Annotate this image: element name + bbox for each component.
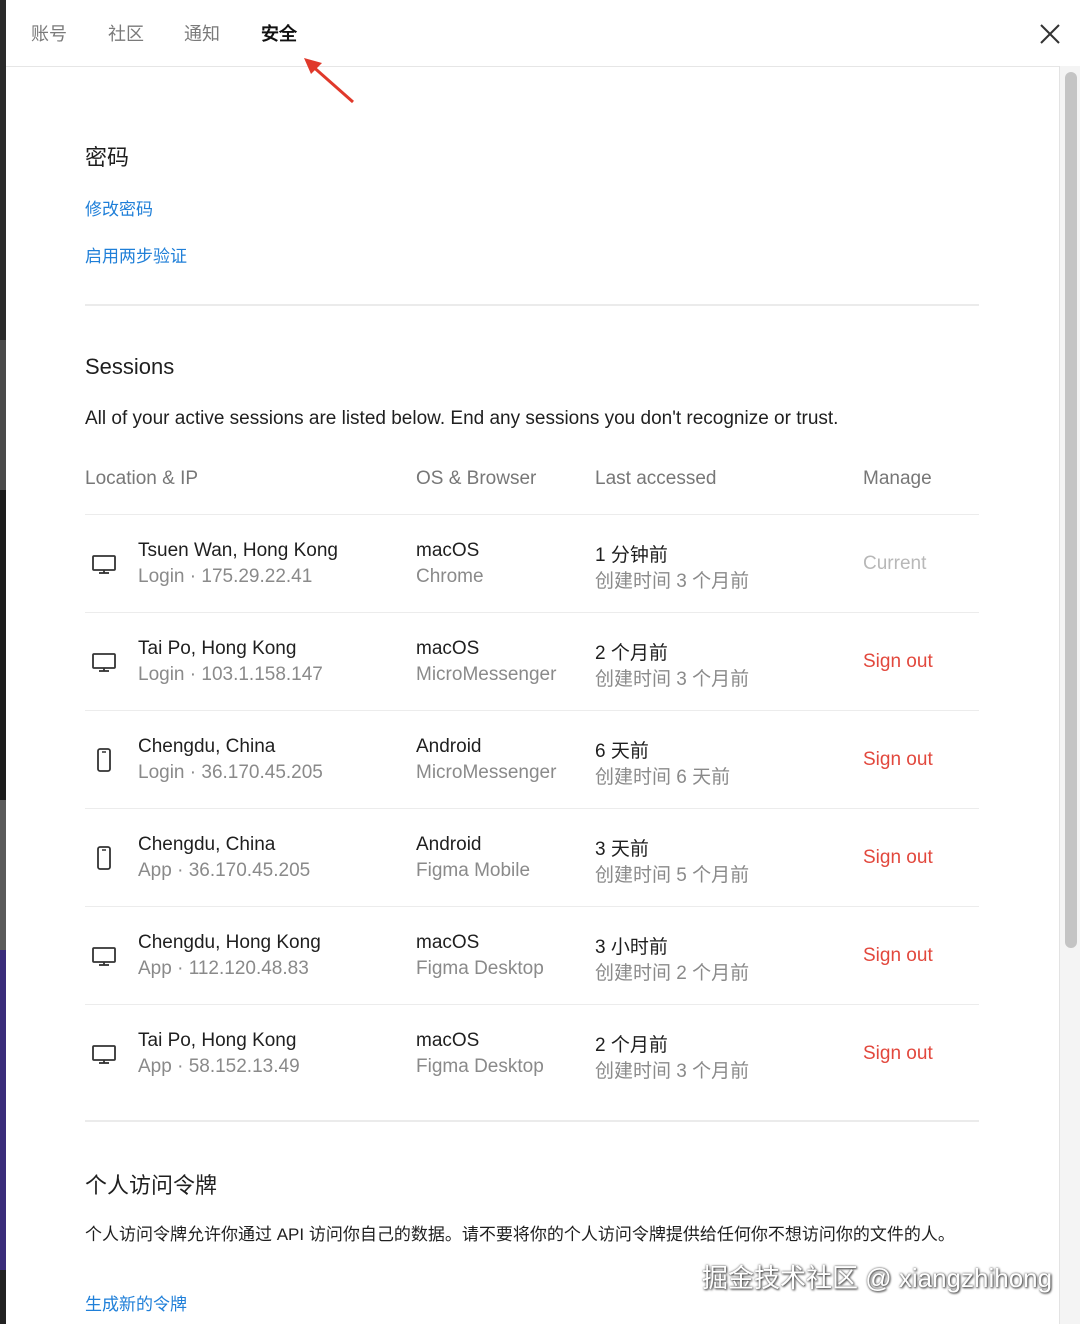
session-row: Chengdu, China App · 36.170.45.205 Andro… [85,808,979,907]
desktop-icon [92,947,116,966]
column-header-os: OS & Browser [416,468,537,489]
desktop-icon [92,653,116,672]
phone-icon [97,748,111,772]
session-last-accessed: 6 天前 [595,741,649,762]
tab-security[interactable]: 安全 [261,20,297,46]
section-divider [85,304,979,306]
session-ip: Login · 36.170.45.205 [138,762,323,783]
password-heading: 密码 [85,145,130,170]
session-row: Tai Po, Hong Kong App · 58.152.13.49 mac… [85,1004,979,1103]
session-location: Chengdu, China [138,834,276,855]
section-divider [85,1120,979,1122]
session-last-accessed: 2 个月前 [595,643,668,664]
session-browser: Figma Desktop [416,1056,544,1077]
sign-out-button[interactable]: Sign out [863,945,933,967]
session-browser: Chrome [416,566,484,587]
desktop-icon [92,1045,116,1064]
session-browser: Figma Desktop [416,958,544,979]
session-os: macOS [416,1030,480,1051]
generate-token-link[interactable]: 生成新的令牌 [85,1290,187,1315]
sessions-heading: Sessions [85,354,175,379]
tab-notifications[interactable]: 通知 [184,20,220,46]
session-last-accessed: 1 分钟前 [595,545,668,566]
column-header-last-accessed: Last accessed [595,468,717,489]
annotation-arrow-icon [304,58,354,104]
background-edge [0,0,6,1324]
session-os: Android [416,736,482,757]
session-location: Tai Po, Hong Kong [138,638,297,659]
close-icon[interactable] [1036,20,1064,48]
session-browser: MicroMessenger [416,664,557,685]
session-ip: App · 36.170.45.205 [138,860,311,881]
session-os: macOS [416,540,480,561]
tab-community[interactable]: 社区 [108,20,144,46]
session-row: Tsuen Wan, Hong Kong Login · 175.29.22.4… [85,514,979,613]
session-browser: MicroMessenger [416,762,557,783]
tokens-heading: 个人访问令牌 [85,1173,218,1198]
watermark: 掘金技术社区 @ xiangzhihong [702,1263,1053,1293]
change-password-link[interactable]: 修改密码 [85,195,153,220]
session-row: Tai Po, Hong Kong Login · 103.1.158.147 … [85,612,979,711]
sign-out-button[interactable]: Sign out [863,749,933,771]
tokens-description: 个人访问令牌允许你通过 API 访问你自己的数据。请不要将你的个人访问令牌提供给… [85,1225,955,1244]
sign-out-button[interactable]: Sign out [863,651,933,673]
session-created: 创建时间 5 个月前 [595,865,750,886]
column-header-location: Location & IP [85,468,199,489]
session-created: 创建时间 6 天前 [595,767,731,788]
column-header-manage: Manage [863,468,932,489]
session-created: 创建时间 3 个月前 [595,1061,750,1082]
phone-icon [97,846,111,870]
desktop-icon [92,555,116,574]
session-row: Chengdu, Hong Kong App · 112.120.48.83 m… [85,906,979,1005]
session-row: Chengdu, China Login · 36.170.45.205 And… [85,710,979,809]
session-os: macOS [416,932,480,953]
session-browser: Figma Mobile [416,860,531,881]
session-last-accessed: 3 天前 [595,839,649,860]
session-last-accessed: 2 个月前 [595,1035,668,1056]
current-session-label: Current [863,553,927,574]
settings-tabs: 账号 社区 通知 安全 [6,0,1059,67]
session-ip: Login · 103.1.158.147 [138,664,323,685]
sessions-description: All of your active sessions are listed b… [85,408,839,429]
session-ip: Login · 175.29.22.41 [138,566,313,587]
scrollbar-thumb[interactable] [1065,72,1077,948]
session-last-accessed: 3 小时前 [595,937,668,958]
session-created: 创建时间 3 个月前 [595,571,750,592]
session-os: macOS [416,638,480,659]
tab-account[interactable]: 账号 [31,20,67,46]
session-ip: App · 112.120.48.83 [138,958,309,979]
session-ip: App · 58.152.13.49 [138,1056,300,1077]
session-location: Chengdu, China [138,736,276,757]
session-created: 创建时间 3 个月前 [595,669,750,690]
session-location: Tai Po, Hong Kong [138,1030,297,1051]
session-location: Chengdu, Hong Kong [138,932,321,953]
session-location: Tsuen Wan, Hong Kong [138,540,338,561]
sign-out-button[interactable]: Sign out [863,847,933,869]
enable-2fa-link[interactable]: 启用两步验证 [85,242,187,267]
session-created: 创建时间 2 个月前 [595,963,750,984]
sign-out-button[interactable]: Sign out [863,1043,933,1065]
session-os: Android [416,834,482,855]
